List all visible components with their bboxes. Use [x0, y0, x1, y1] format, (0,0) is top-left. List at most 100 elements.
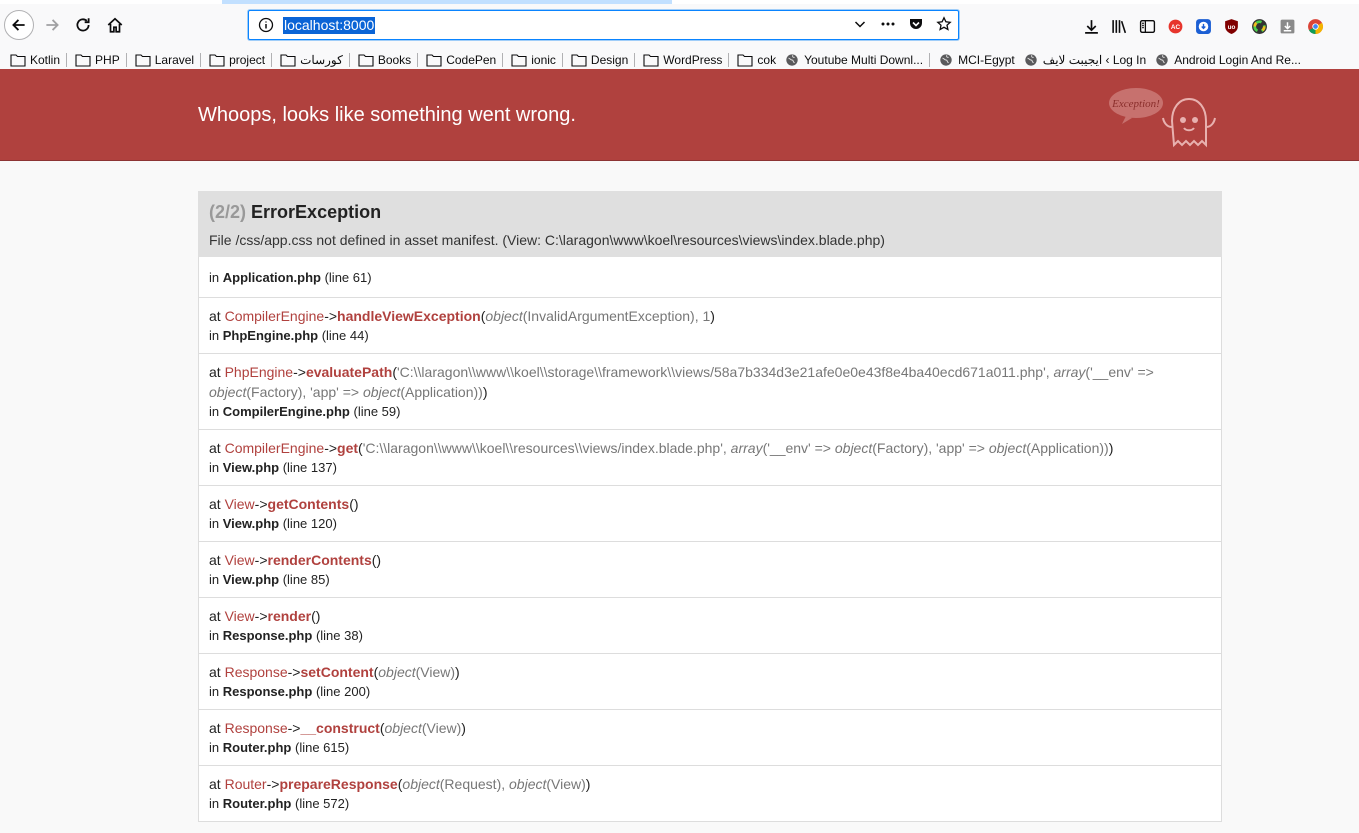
trace-class: Router: [224, 776, 267, 792]
bookmark-android-login[interactable]: Android Login And Re...: [1152, 48, 1307, 71]
in-label: in: [209, 516, 220, 531]
site-info-icon[interactable]: [258, 17, 274, 33]
bookmark-label: Android Login And Re...: [1174, 52, 1301, 67]
trace-file: Router.php: [222, 796, 292, 811]
trace-class: PhpEngine: [224, 364, 294, 380]
bookmark-folder-cok[interactable]: cok: [735, 48, 782, 71]
downloads-button[interactable]: [1082, 17, 1100, 35]
more-actions-icon[interactable]: [880, 16, 896, 32]
bookmark-star-icon[interactable]: [936, 16, 952, 32]
trace-file: View.php: [222, 460, 280, 475]
url-bar[interactable]: localhost:8000: [248, 10, 959, 40]
bookmark-folder-courses[interactable]: كورسات: [278, 48, 349, 71]
bookmark-label: PHP: [95, 52, 120, 67]
home-button[interactable]: [100, 10, 130, 40]
bookmark-label: Laravel: [154, 52, 195, 67]
arrow-label: ->: [287, 664, 301, 680]
extension-chrome-button[interactable]: [1306, 17, 1324, 35]
in-label: in: [209, 628, 220, 643]
trace-call: at CompilerEngine->get('C:\\laragon\\www…: [209, 440, 1114, 456]
trace-file: Response.php: [222, 684, 313, 699]
trace-call: at View->renderContents(): [209, 552, 382, 568]
page-title: Whoops, looks like something went wrong.: [198, 104, 576, 126]
bookmark-mci-egypt[interactable]: MCI-Egypt: [936, 48, 1021, 71]
folder-icon: [75, 53, 91, 67]
exception-summary: (2/2) ErrorException File /css/app.css n…: [198, 191, 1222, 257]
bookmark-label: كورسات: [300, 52, 343, 67]
svg-text:AC: AC: [1170, 24, 1180, 31]
bookmark-separator: [929, 52, 931, 67]
folder-icon: [643, 53, 659, 67]
trace-class: View: [224, 496, 255, 512]
trace-method: getContents: [267, 496, 350, 512]
arrow-label: ->: [254, 496, 268, 512]
sidebar-icon: [1139, 19, 1155, 33]
pocket-icon[interactable]: [908, 16, 924, 32]
sidebar-button[interactable]: [1138, 17, 1156, 35]
in-label: in: [209, 796, 220, 811]
library-button[interactable]: [1110, 17, 1128, 35]
bookmark-egypt-life-login[interactable]: ايجيبت لايف ‹ Log In: [1021, 48, 1152, 71]
folder-icon: [737, 53, 753, 67]
at-label: at: [209, 608, 221, 624]
bookmark-folder-design[interactable]: Design: [569, 48, 634, 71]
trace-location: in Router.php (line 572): [209, 794, 1211, 814]
trace-line: (line 572): [294, 796, 350, 811]
trace-method: setContent: [300, 664, 374, 680]
trace-call: at View->render(): [209, 608, 321, 624]
trace-line: (line 120): [282, 516, 337, 531]
folder-icon: [511, 53, 527, 67]
bookmark-label: Kotlin: [30, 52, 61, 67]
bookmark-separator: [502, 52, 504, 67]
trace-line: (line 615): [294, 740, 350, 755]
trace-call: at CompilerEngine->handleViewException(o…: [209, 308, 715, 324]
svg-text:uo: uo: [1227, 24, 1235, 31]
bookmark-folder-kotlin[interactable]: Kotlin: [8, 48, 66, 71]
trace-line: (line 61): [324, 270, 372, 285]
forward-arrow-icon: [46, 19, 59, 31]
bookmark-separator: [728, 52, 730, 67]
at-label: at: [209, 720, 221, 736]
bookmark-label: Design: [590, 52, 629, 67]
trace-frame: at View->render() in Response.php (line 3…: [199, 597, 1221, 653]
url-text[interactable]: localhost:8000: [283, 16, 376, 34]
back-button[interactable]: [4, 10, 34, 40]
chevron-down-icon[interactable]: [852, 16, 868, 32]
trace-method: evaluatePath: [305, 364, 393, 380]
trace-args: object(View): [378, 664, 456, 680]
bookmark-separator: [66, 52, 68, 67]
extension-ublock-button[interactable]: uo: [1222, 17, 1240, 35]
extension-color-button[interactable]: [1250, 17, 1268, 35]
trace-location: in CompilerEngine.php (line 59): [209, 402, 1211, 422]
trace-method: handleViewException: [337, 308, 481, 324]
forward-button[interactable]: [37, 10, 67, 40]
extension-save-button[interactable]: [1278, 17, 1296, 35]
at-label: at: [209, 308, 221, 324]
bookmark-folder-wordpress[interactable]: WordPress: [641, 48, 728, 71]
extension-downloader-icon: [1195, 18, 1211, 34]
bookmark-youtube-downloader[interactable]: Youtube Multi Downl...: [782, 48, 929, 71]
extension-downloader-button[interactable]: [1194, 17, 1212, 35]
trace-class: View: [224, 552, 255, 568]
trace-location: in View.php (line 85): [209, 570, 1211, 590]
folder-icon: [426, 53, 442, 67]
trace-call: at Router->prepareResponse(object(Reques…: [209, 776, 591, 792]
bookmark-folder-project[interactable]: project: [207, 48, 271, 71]
bookmark-folder-php[interactable]: PHP: [73, 48, 126, 71]
folder-icon: [280, 53, 296, 67]
reload-button[interactable]: [68, 10, 98, 40]
navigation-toolbar: localhost:8000 AC uo: [0, 4, 1359, 48]
extension-ac-button[interactable]: AC: [1166, 17, 1184, 35]
trace-file: PhpEngine.php: [222, 328, 319, 343]
bookmark-folder-ionic[interactable]: ionic: [509, 48, 562, 71]
in-label: in: [209, 740, 220, 755]
bookmark-folder-codepen[interactable]: CodePen: [424, 48, 502, 71]
exception-title: (2/2) ErrorException: [209, 202, 1211, 223]
exception-card: (2/2) ErrorException File /css/app.css n…: [198, 191, 1222, 822]
bookmark-separator: [348, 52, 350, 67]
bookmark-folder-laravel[interactable]: Laravel: [133, 48, 200, 71]
in-label: in: [209, 270, 220, 285]
trace-file: Application.php: [222, 270, 321, 285]
bookmark-folder-books[interactable]: Books: [356, 48, 417, 71]
folder-icon: [571, 53, 587, 67]
